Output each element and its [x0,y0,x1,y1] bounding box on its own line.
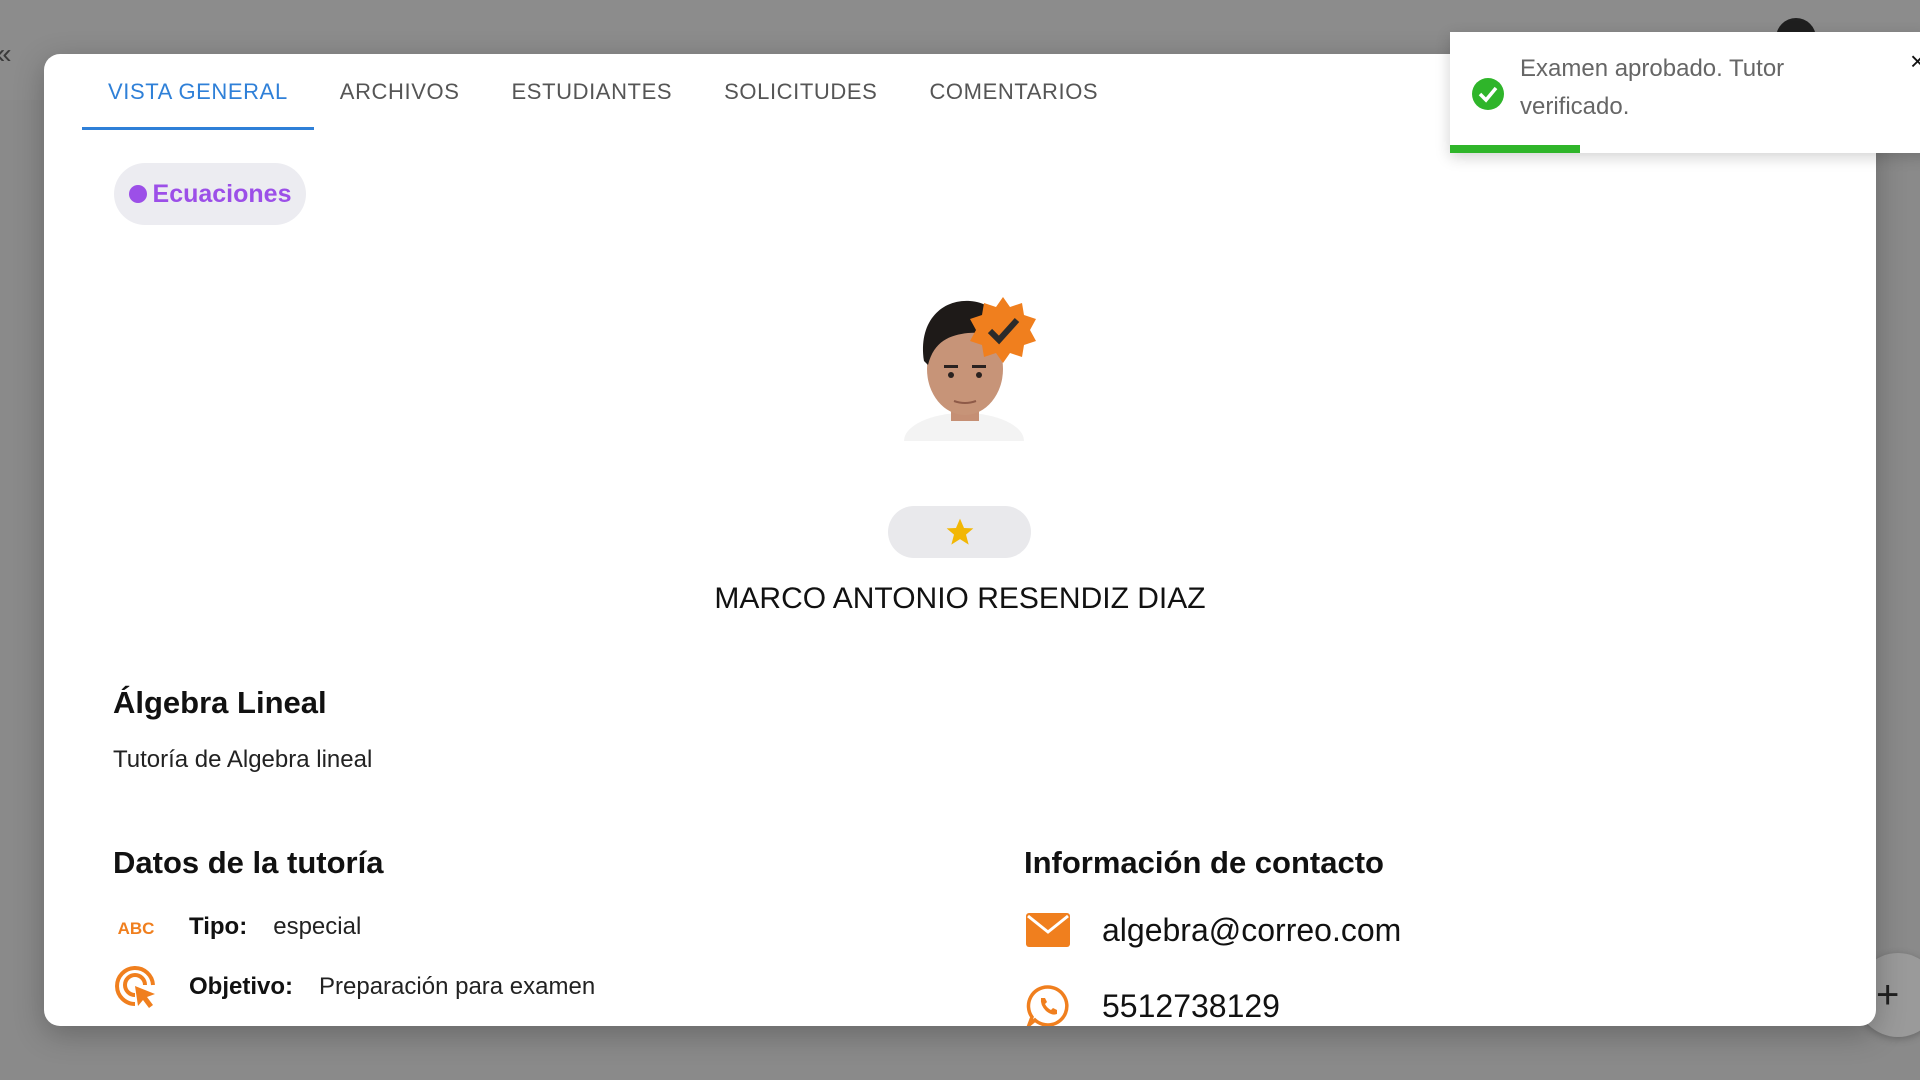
tab-comentarios[interactable]: COMENTARIOS [903,54,1124,130]
tab-estudiantes[interactable]: ESTUDIANTES [486,54,699,130]
objective-row: Objetivo: Preparación para examen [113,964,595,1010]
abc-icon: ABC [113,904,159,950]
rating-pill [888,506,1031,558]
mail-icon [1024,906,1072,954]
toast-message: Examen aprobado. Tutor verificado. [1520,55,1785,120]
type-row: ABC Tipo: especial [113,904,362,950]
course-description: Tutoría de Algebra lineal [113,746,373,773]
star-icon [946,518,973,545]
success-toast: Examen aprobado. Tutor verificado. × [1450,32,1920,153]
phone-row[interactable]: 5512738129 [1024,982,1280,1026]
type-value: especial [273,913,362,940]
course-title: Álgebra Lineal [113,685,327,720]
contact-info-title: Información de contacto [1024,845,1384,880]
target-cursor-icon [113,964,159,1010]
contact-email[interactable]: algebra@correo.com [1102,912,1401,949]
tab-solicitudes[interactable]: SOLICITUDES [698,54,903,130]
tutor-name: MARCO ANTONIO RESENDIZ DIAZ [714,582,1206,615]
tag-dot-icon [128,185,147,203]
toast-progress-fill [1450,145,1580,153]
type-label: Tipo: [189,913,248,940]
collapse-sidebar-icon[interactable]: « [0,38,12,70]
objective-label: Objetivo: [189,973,294,1000]
tab-archivos[interactable]: ARCHIVOS [314,54,486,130]
tutoring-detail-modal: VISTA GENERAL ARCHIVOS ESTUDIANTES SOLIC… [44,54,1876,1026]
contact-phone[interactable]: 5512738129 [1102,988,1280,1025]
tutoring-data-title: Datos de la tutoría [113,845,384,880]
subject-tag-label: Ecuaciones [152,179,292,208]
email-row[interactable]: algebra@correo.com [1024,906,1401,954]
toast-close-button[interactable]: × [1910,46,1920,77]
objective-value: Preparación para examen [319,973,596,1000]
whatsapp-icon [1024,982,1072,1026]
subject-tag-chip[interactable]: Ecuaciones [114,163,306,225]
verified-badge-icon [970,297,1036,363]
check-circle-icon [1472,78,1504,110]
tab-bar: VISTA GENERAL ARCHIVOS ESTUDIANTES SOLIC… [82,54,1124,130]
svg-text:ABC: ABC [118,919,155,938]
tab-vista-general[interactable]: VISTA GENERAL [82,54,314,130]
toast-progress-bar [1450,145,1920,153]
